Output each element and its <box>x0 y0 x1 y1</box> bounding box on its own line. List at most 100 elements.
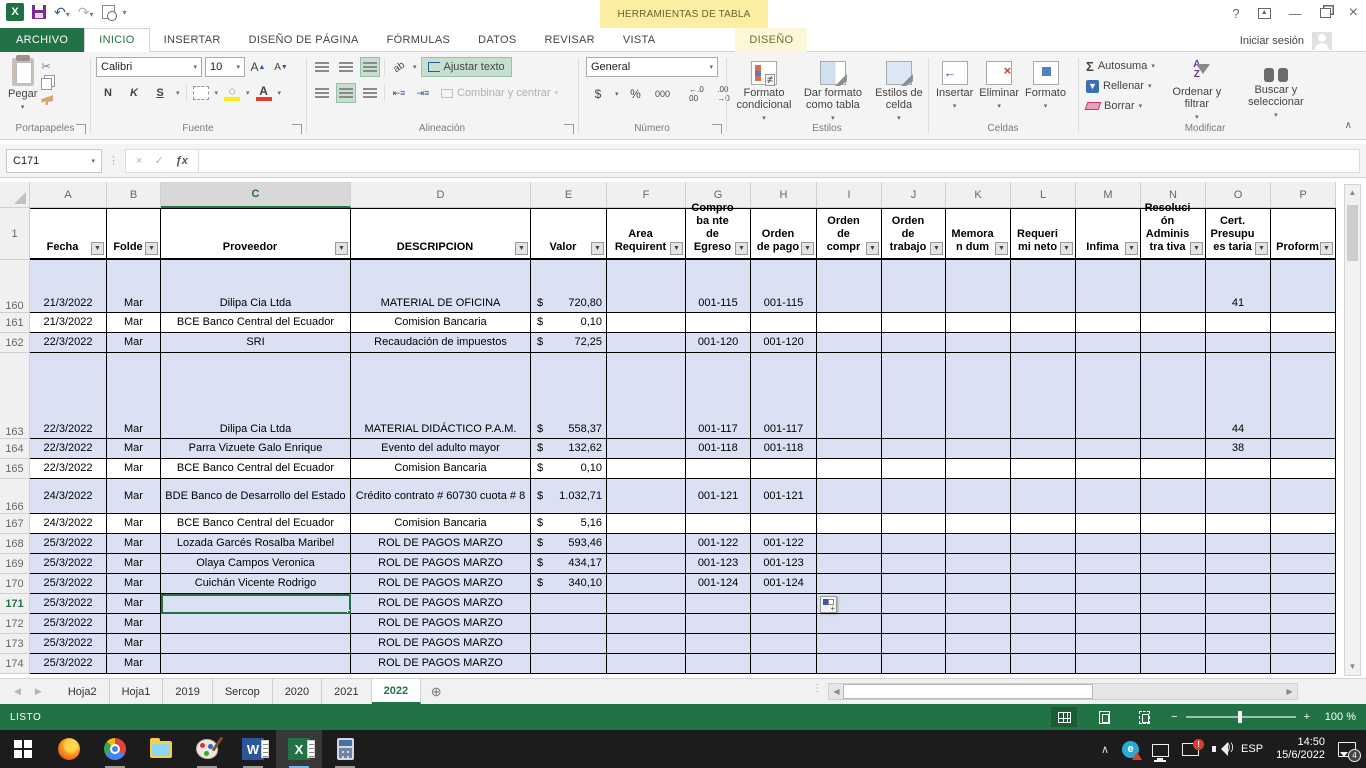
conditional-formatting-button[interactable]: Formato condicional▾ <box>734 57 794 125</box>
cell-P162[interactable] <box>1271 333 1336 353</box>
cell-E169[interactable]: $434,17 <box>531 554 607 574</box>
cell-C160[interactable]: Dilipa Cia Ltda <box>161 260 351 313</box>
cell-F169[interactable] <box>607 554 686 574</box>
cell-M174[interactable] <box>1076 654 1141 674</box>
table-header-cell-O[interactable]: Cert. Presupues taria▼ <box>1206 208 1271 260</box>
taskbar-calculator[interactable] <box>322 730 368 768</box>
wrap-text-button[interactable]: Ajustar texto <box>421 57 512 77</box>
cell-E160[interactable]: $720,80 <box>531 260 607 313</box>
cell-F166[interactable] <box>607 479 686 514</box>
cell-K165[interactable] <box>946 459 1011 479</box>
cell-G167[interactable] <box>686 514 751 534</box>
cell-O163[interactable]: 44 <box>1206 353 1271 439</box>
tab-scroll-splitter[interactable]: ⋮ <box>812 683 822 694</box>
portapapeles-dialog-launcher[interactable] <box>76 124 86 134</box>
cell-D169[interactable]: ROL DE PAGOS MARZO <box>351 554 531 574</box>
row-header-166[interactable]: 166 <box>0 479 30 514</box>
ribbon-tab-revisar[interactable]: REVISAR <box>531 28 609 52</box>
cell-N164[interactable] <box>1141 439 1206 459</box>
cell-A172[interactable]: 25/3/2022 <box>30 614 107 634</box>
undo-button[interactable]: ↶▾ <box>54 5 70 20</box>
table-header-cell-D[interactable]: DESCRIPCION▼ <box>351 208 531 260</box>
delete-cells-button[interactable]: × Eliminar▾ <box>979 57 1019 113</box>
cell-F161[interactable] <box>607 313 686 333</box>
table-header-cell-L[interactable]: Requerimi neto▼ <box>1011 208 1076 260</box>
column-header-J[interactable]: J <box>882 182 946 208</box>
cell-C168[interactable]: Lozada Garcés Rosalba Maribel <box>161 534 351 554</box>
cell-M164[interactable] <box>1076 439 1141 459</box>
minimize-icon[interactable]: — <box>1289 6 1302 21</box>
filter-dropdown-icon-G[interactable]: ▼ <box>735 242 748 255</box>
new-sheet-icon[interactable]: ⊕ <box>421 679 451 704</box>
shrink-font-icon[interactable]: A▼ <box>271 57 291 77</box>
cell-K163[interactable] <box>946 353 1011 439</box>
cell-J161[interactable] <box>882 313 946 333</box>
cell-P164[interactable] <box>1271 439 1336 459</box>
help-icon[interactable]: ? <box>1232 6 1239 21</box>
cell-M165[interactable] <box>1076 459 1141 479</box>
ribbon-tab-vista[interactable]: VISTA <box>609 28 669 52</box>
cell-L167[interactable] <box>1011 514 1076 534</box>
cell-K168[interactable] <box>946 534 1011 554</box>
filter-dropdown-icon-H[interactable]: ▼ <box>801 242 814 255</box>
ribbon-tab-insertar[interactable]: INSERTAR <box>150 28 235 52</box>
column-header-M[interactable]: M <box>1076 182 1141 208</box>
align-center-icon[interactable] <box>336 83 356 103</box>
cell-H170[interactable]: 001-124 <box>751 574 817 594</box>
cell-I167[interactable] <box>817 514 882 534</box>
row-header-165[interactable]: 165 <box>0 459 30 479</box>
cell-C172[interactable] <box>161 614 351 634</box>
cell-C161[interactable]: BCE Banco Central del Ecuador <box>161 313 351 333</box>
cell-D172[interactable]: ROL DE PAGOS MARZO <box>351 614 531 634</box>
cell-K170[interactable] <box>946 574 1011 594</box>
filter-dropdown-icon-D[interactable]: ▼ <box>515 242 528 255</box>
cell-P167[interactable] <box>1271 514 1336 534</box>
cell-B161[interactable]: Mar <box>107 313 161 333</box>
cell-J172[interactable] <box>882 614 946 634</box>
cell-B165[interactable]: Mar <box>107 459 161 479</box>
cell-E163[interactable]: $558,37 <box>531 353 607 439</box>
cell-A170[interactable]: 25/3/2022 <box>30 574 107 594</box>
cell-C167[interactable]: BCE Banco Central del Ecuador <box>161 514 351 534</box>
borders-icon[interactable] <box>193 86 209 100</box>
cell-H166[interactable]: 001-121 <box>751 479 817 514</box>
cell-A167[interactable]: 24/3/2022 <box>30 514 107 534</box>
cell-D166[interactable]: Crédito contrato # 60730 cuota # 8 <box>351 479 531 514</box>
font-size-select[interactable]: 10▾ <box>205 57 245 77</box>
comma-format-icon[interactable]: 000 <box>653 84 673 104</box>
cell-B160[interactable]: Mar <box>107 260 161 313</box>
cell-B168[interactable]: Mar <box>107 534 161 554</box>
paste-button[interactable]: Pegar▾ <box>8 54 37 114</box>
cell-G168[interactable]: 001-122 <box>686 534 751 554</box>
action-alert-icon[interactable]: ! <box>1182 743 1199 756</box>
cell-K171[interactable] <box>946 594 1011 614</box>
copy-icon[interactable] <box>41 78 52 90</box>
cell-M163[interactable] <box>1076 353 1141 439</box>
cell-K169[interactable] <box>946 554 1011 574</box>
cell-K160[interactable] <box>946 260 1011 313</box>
cell-P171[interactable] <box>1271 594 1336 614</box>
cell-N161[interactable] <box>1141 313 1206 333</box>
filter-dropdown-icon-I[interactable]: ▼ <box>866 242 879 255</box>
cell-F171[interactable] <box>607 594 686 614</box>
ribbon-tab-diseño-de-página[interactable]: DISEÑO DE PÁGINA <box>235 28 373 52</box>
table-header-cell-E[interactable]: Valor▼ <box>531 208 607 260</box>
cell-P173[interactable] <box>1271 634 1336 654</box>
scroll-right-icon[interactable]: ▶ <box>1282 684 1297 699</box>
cell-O167[interactable] <box>1206 514 1271 534</box>
cell-O174[interactable] <box>1206 654 1271 674</box>
cell-P165[interactable] <box>1271 459 1336 479</box>
clear-button[interactable]: Borrar▾ <box>1086 96 1155 116</box>
cell-E173[interactable] <box>531 634 607 654</box>
cell-P169[interactable] <box>1271 554 1336 574</box>
cell-H171[interactable] <box>751 594 817 614</box>
insert-options-icon[interactable] <box>820 596 837 613</box>
tray-expand-icon[interactable]: ∧ <box>1101 743 1109 756</box>
scroll-down-icon[interactable]: ▼ <box>1345 659 1360 675</box>
table-header-cell-I[interactable]: Orden de compr▼ <box>817 208 882 260</box>
filter-dropdown-icon-N[interactable]: ▼ <box>1190 242 1203 255</box>
column-header-E[interactable]: E <box>531 182 607 208</box>
column-header-B[interactable]: B <box>107 182 161 208</box>
table-header-cell-M[interactable]: Infima▼ <box>1076 208 1141 260</box>
cell-M168[interactable] <box>1076 534 1141 554</box>
